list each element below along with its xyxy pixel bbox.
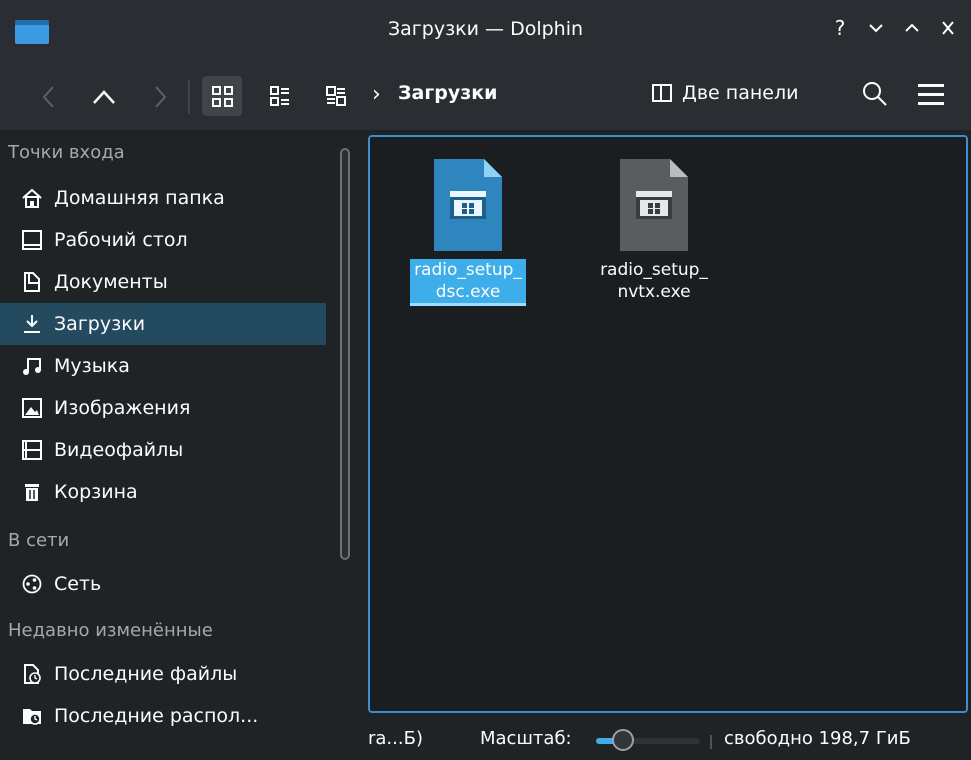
sidebar-item-label: Корзина xyxy=(54,481,138,503)
breadcrumb-separator-icon: › xyxy=(372,82,381,107)
sidebar-item-label: Последние распол... xyxy=(54,705,259,727)
breadcrumb-current[interactable]: Загрузки xyxy=(398,82,497,104)
free-space-bar xyxy=(710,735,712,749)
file-view[interactable]: radio_setup_ dsc.exe radio_setup_ nvtx.exe xyxy=(368,135,968,713)
menu-icon-bar xyxy=(918,84,944,87)
up-button[interactable] xyxy=(88,80,120,114)
sidebar-item-label: Рабочий стол xyxy=(54,229,188,251)
back-icon xyxy=(42,86,54,108)
help-button[interactable]: ? xyxy=(831,16,849,45)
maximize-button[interactable] xyxy=(903,16,921,45)
zoom-slider[interactable] xyxy=(596,729,700,751)
file-name: radio_setup_ nvtx.exe xyxy=(600,260,708,302)
sidebar-item-desktop[interactable]: Рабочий стол xyxy=(0,219,326,261)
executable-file-icon xyxy=(616,157,692,253)
pictures-icon xyxy=(22,398,42,418)
places-scrollbar[interactable] xyxy=(340,148,350,560)
status-bar: ra...Б) Масштаб: свободно 198,7 ГиБ xyxy=(368,718,968,760)
search-button[interactable] xyxy=(862,81,888,107)
sidebar-item-label: Домашняя папка xyxy=(54,187,225,209)
forward-button[interactable] xyxy=(145,80,175,114)
sidebar-item-music[interactable]: Музыка xyxy=(0,345,326,387)
search-icon xyxy=(863,82,887,106)
recent-files-icon xyxy=(22,664,42,684)
sidebar-item-label: Сеть xyxy=(54,573,102,595)
minimize-button[interactable] xyxy=(867,16,885,45)
section-header-recent: Недавно изменённые xyxy=(8,620,213,641)
toolbar-separator xyxy=(188,80,190,114)
sidebar-item-label: Видеофайлы xyxy=(54,439,184,461)
icons-view-button[interactable] xyxy=(202,76,242,116)
toolbar: › Загрузки Две панели xyxy=(0,62,971,130)
back-button[interactable] xyxy=(34,80,64,114)
split-view-button[interactable]: Две панели xyxy=(652,82,798,104)
sidebar-item-pictures[interactable]: Изображения xyxy=(0,387,326,429)
hamburger-menu-button[interactable] xyxy=(918,84,944,106)
zoom-label: Масштаб: xyxy=(480,728,572,749)
desktop-icon xyxy=(22,230,42,250)
sidebar-item-recent-files[interactable]: Последние файлы xyxy=(0,653,326,695)
close-button[interactable] xyxy=(939,16,957,45)
file-item[interactable]: radio_setup_ dsc.exe xyxy=(388,157,548,306)
split-view-label: Две панели xyxy=(682,82,799,104)
section-header-network: В сети xyxy=(8,530,70,551)
home-icon xyxy=(22,188,42,208)
sidebar-item-label: Музыка xyxy=(54,355,130,377)
places-panel: Точки входа Домашняя папка Рабочий стол … xyxy=(0,130,340,760)
zoom-slider-handle[interactable] xyxy=(612,729,635,751)
sidebar-item-label: Изображения xyxy=(54,397,191,419)
videos-icon xyxy=(22,440,42,460)
free-space-text: свободно 198,7 ГиБ xyxy=(724,728,911,749)
details-view-icon xyxy=(326,86,346,106)
sidebar-item-home[interactable]: Домашняя папка xyxy=(0,177,326,219)
up-arrow-icon xyxy=(93,90,115,104)
sidebar-item-label: Последние файлы xyxy=(54,663,238,685)
file-item[interactable]: radio_setup_ nvtx.exe xyxy=(574,157,734,303)
compact-view-button[interactable] xyxy=(260,76,300,116)
recent-locations-icon xyxy=(22,706,42,726)
compact-view-icon xyxy=(270,86,289,106)
network-icon xyxy=(22,574,42,594)
forward-icon xyxy=(155,86,167,108)
section-header-places: Точки входа xyxy=(8,142,125,163)
file-name: radio_setup_ dsc.exe xyxy=(410,259,526,306)
sidebar-item-downloads[interactable]: Загрузки xyxy=(0,303,326,345)
documents-icon xyxy=(22,272,42,292)
sidebar-item-label: Документы xyxy=(54,271,168,293)
executable-file-icon xyxy=(430,157,506,253)
sidebar-item-recent-locations[interactable]: Последние распол... xyxy=(0,695,326,737)
title-bar: Загрузки — Dolphin ? xyxy=(0,0,971,62)
details-view-button[interactable] xyxy=(316,76,356,116)
window-title: Загрузки — Dolphin xyxy=(387,18,584,40)
sidebar-item-label: Загрузки xyxy=(54,313,146,335)
sidebar-item-trash[interactable]: Корзина xyxy=(0,471,326,513)
window-controls: ? xyxy=(831,16,957,45)
downloads-icon xyxy=(22,314,42,334)
icons-view-icon xyxy=(211,85,233,107)
status-text: ra...Б) xyxy=(368,728,423,749)
sidebar-item-network[interactable]: Сеть xyxy=(0,563,326,605)
music-icon xyxy=(22,356,42,376)
trash-icon xyxy=(22,482,42,502)
sidebar-item-documents[interactable]: Документы xyxy=(0,261,326,303)
split-view-icon xyxy=(652,84,672,102)
sidebar-item-videos[interactable]: Видеофайлы xyxy=(0,429,326,471)
